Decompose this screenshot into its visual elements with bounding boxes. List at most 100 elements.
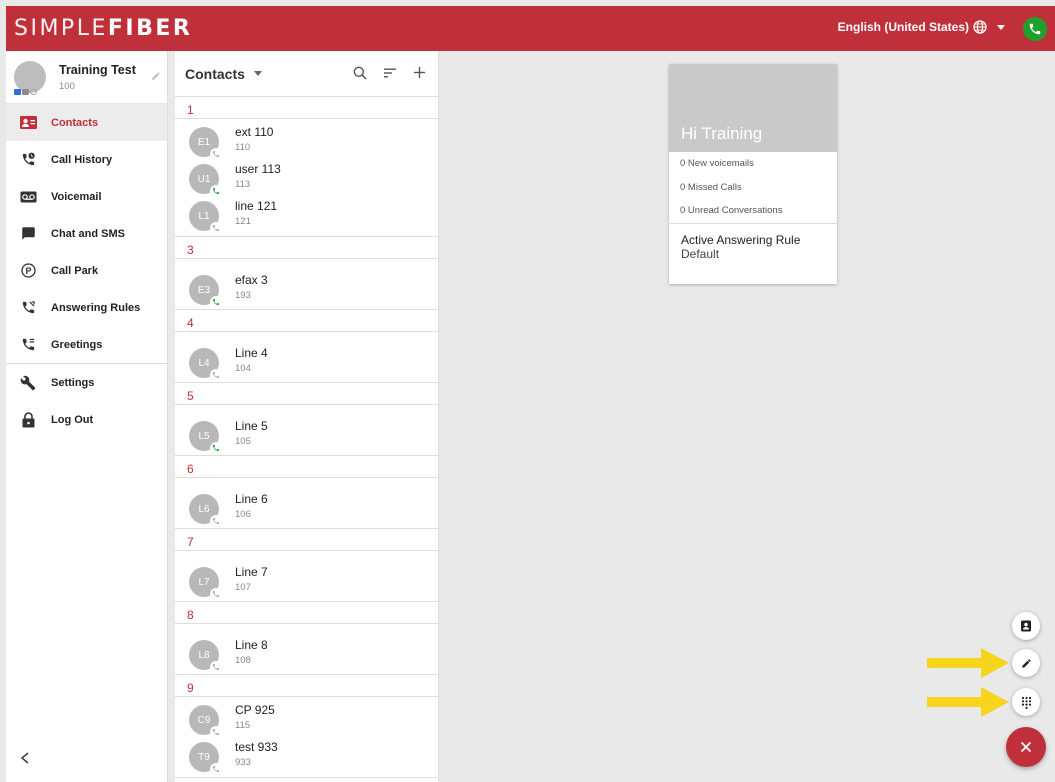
- contact-initials: L5: [198, 430, 210, 442]
- contact-row[interactable]: T9 test 933 933: [189, 740, 438, 777]
- sidebar-item-chat[interactable]: Chat and SMS: [6, 215, 167, 252]
- contact-avatar: L7: [189, 567, 222, 600]
- contact-avatar: U1: [189, 164, 222, 197]
- user-profile[interactable]: Training Test 100: [6, 51, 167, 104]
- contact-row[interactable]: L6 Line 6 106: [189, 492, 438, 529]
- group-letter: 7: [175, 529, 438, 551]
- contact-avatar: L8: [189, 640, 222, 673]
- logo: SIMPLEFIBER: [14, 16, 193, 41]
- sidebar-item-greetings[interactable]: Greetings: [6, 326, 167, 363]
- collapse-sidebar-icon[interactable]: [20, 752, 30, 764]
- contact-initials: T9: [198, 751, 210, 763]
- contact-row[interactable]: E1 ext 110 110: [189, 125, 438, 162]
- sidebar-item-label: Answering Rules: [51, 301, 141, 314]
- sidebar-item-call-park[interactable]: P Call Park: [6, 252, 167, 289]
- phone-icon: [210, 588, 222, 600]
- contact-avatar: L4: [189, 348, 222, 381]
- phone-icon: [210, 148, 222, 160]
- sidebar-item-voicemail[interactable]: Voicemail: [6, 178, 167, 215]
- group-letter: 6: [175, 456, 438, 478]
- language-selector[interactable]: English (United States): [838, 20, 1005, 34]
- globe-icon: [973, 20, 987, 34]
- call-park-icon: P: [19, 263, 37, 279]
- answering-rule-title: Active Answering Rule: [681, 232, 801, 247]
- sidebar-item-settings[interactable]: Settings: [6, 364, 167, 401]
- contact-row[interactable]: E3 efax 3 193: [189, 273, 438, 310]
- unread-conversations-stat[interactable]: 0 Unread Conversations: [669, 199, 837, 223]
- sidebar-item-label: Call Park: [51, 264, 99, 277]
- compose-button[interactable]: [1012, 649, 1040, 677]
- call-history-icon: [19, 152, 37, 168]
- contact-avatar: T9: [189, 742, 222, 775]
- contact-extension: 110: [235, 142, 251, 153]
- contact-row[interactable]: C9 CP 925 115: [189, 703, 438, 740]
- contact-name: ext 110: [235, 125, 274, 139]
- phone-icon: [210, 222, 222, 234]
- annotation-arrow-icon: [927, 687, 1009, 717]
- answering-rules-icon: [19, 300, 37, 316]
- sort-icon[interactable]: [383, 66, 397, 80]
- sidebar-item-label: Log Out: [51, 413, 94, 426]
- contact-name: CP 925: [235, 703, 275, 717]
- user-name: Training Test: [59, 62, 136, 77]
- group-letter: 4: [175, 310, 438, 332]
- contact-avatar: L6: [189, 494, 222, 527]
- close-fab-button[interactable]: [1006, 727, 1046, 767]
- contact-initials: C9: [197, 714, 211, 726]
- phone-status-button[interactable]: [1023, 17, 1047, 41]
- search-icon[interactable]: [353, 66, 367, 80]
- sidebar-item-label: Settings: [51, 376, 95, 389]
- phone-icon: [1029, 23, 1041, 35]
- contacts-icon: [19, 115, 37, 131]
- contact-group: E1 ext 110 110 U1 user 113 113 L1 line 121 121: [175, 119, 438, 237]
- missed-calls-stat[interactable]: 0 Missed Calls: [669, 176, 837, 200]
- contact-card-icon: [1021, 620, 1031, 632]
- contact-extension: 104: [235, 363, 251, 374]
- presence-indicators: [14, 89, 37, 95]
- contact-row[interactable]: U1 user 113 113: [189, 162, 438, 199]
- chevron-down-icon: [997, 24, 1005, 30]
- contact-extension: 113: [235, 179, 251, 190]
- phone-icon: [210, 369, 222, 381]
- close-icon: [1020, 741, 1032, 753]
- contact-row[interactable]: L5 Line 5 105: [189, 419, 438, 456]
- sidebar-item-contacts[interactable]: Contacts: [6, 104, 167, 141]
- group-letter: 8: [175, 602, 438, 624]
- chevron-down-icon[interactable]: [253, 71, 262, 76]
- dialpad-button[interactable]: [1012, 688, 1040, 716]
- contact-initials: U1: [197, 173, 211, 185]
- phone-icon: [210, 763, 222, 775]
- contact-initials: L8: [198, 649, 210, 661]
- contact-list: 1 E1 ext 110 110 U1 user 113 113 L1 line 121 121 3…: [175, 97, 438, 778]
- contact-row[interactable]: L8 Line 8 108: [189, 638, 438, 675]
- add-contact-icon[interactable]: [413, 66, 426, 79]
- contact-row[interactable]: L1 line 121 121: [189, 199, 438, 236]
- voicemail-icon: [19, 189, 37, 205]
- contact-row[interactable]: L7 Line 7 107: [189, 565, 438, 602]
- avatar: [14, 61, 46, 95]
- contact-extension: 106: [235, 509, 251, 520]
- new-voicemails-stat[interactable]: 0 New voicemails: [669, 152, 837, 176]
- contact-avatar: L5: [189, 421, 222, 454]
- contact-avatar: L1: [189, 201, 222, 234]
- contact-group: L8 Line 8 108: [175, 624, 438, 675]
- contact-group: E3 efax 3 193: [175, 259, 438, 310]
- contact-extension: 933: [235, 757, 251, 768]
- new-contact-button[interactable]: [1012, 612, 1040, 640]
- phone-icon: [210, 726, 222, 738]
- contact-name: Line 5: [235, 419, 268, 433]
- sidebar-item-answering-rules[interactable]: Answering Rules: [6, 289, 167, 326]
- contact-row[interactable]: L4 Line 4 104: [189, 346, 438, 383]
- chat-icon: [19, 226, 37, 242]
- contact-name: Line 6: [235, 492, 268, 506]
- sidebar-item-logout[interactable]: Log Out: [6, 401, 167, 438]
- contacts-title[interactable]: Contacts: [185, 66, 245, 82]
- greeting: Hi Training: [681, 124, 763, 143]
- sidebar-item-call-history[interactable]: Call History: [6, 141, 167, 178]
- edit-profile-icon[interactable]: [151, 71, 161, 81]
- sidebar-item-label: Contacts: [51, 116, 99, 129]
- card-banner: Hi Training: [669, 64, 837, 152]
- sidebar-item-label: Greetings: [51, 338, 103, 351]
- answering-rule-section[interactable]: Active Answering Rule Default: [669, 222, 837, 261]
- group-letter: 3: [175, 237, 438, 259]
